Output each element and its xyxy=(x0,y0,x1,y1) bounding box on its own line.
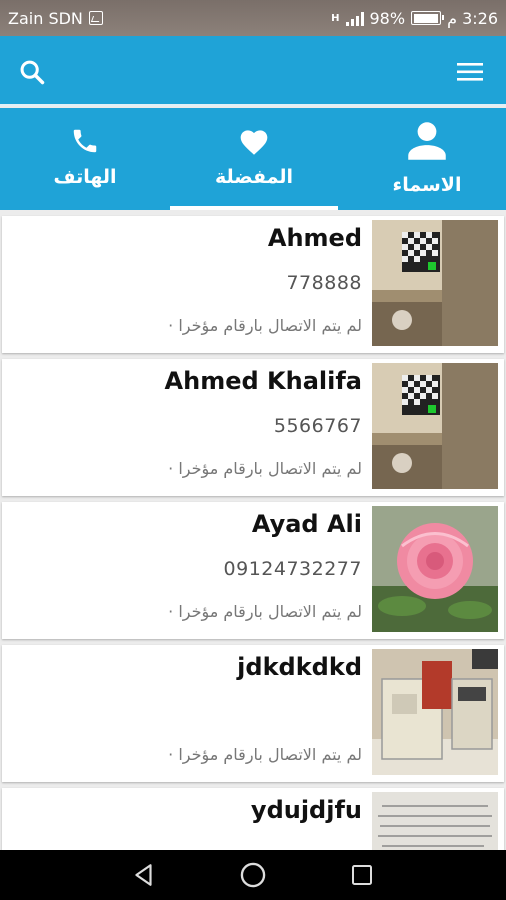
contact-call-status: لم يتم الاتصال بارقام مؤخرا · xyxy=(168,745,362,764)
search-icon[interactable] xyxy=(18,58,46,86)
contact-phone: 778888 xyxy=(286,272,362,294)
contact-name: Ahmed xyxy=(267,224,362,252)
tab-names[interactable]: الاسماء xyxy=(372,108,482,210)
contact-call-status: لم يتم الاتصال بارقام مؤخرا · xyxy=(168,459,362,478)
menu-icon[interactable] xyxy=(456,60,484,84)
heart-icon xyxy=(238,126,270,160)
contact-photo xyxy=(372,363,498,489)
tab-bar: الهاتف المفضلة الاسماء xyxy=(0,108,506,210)
status-bar-left: Zain SDN xyxy=(8,9,103,28)
contact-photo xyxy=(372,792,498,850)
tab-phone-label: الهاتف xyxy=(53,166,117,188)
recents-icon[interactable] xyxy=(347,860,377,890)
contact-call-status: لم يتم الاتصال بارقام مؤخرا · xyxy=(168,316,362,335)
person-icon xyxy=(402,116,452,170)
contact-name: jdkdkdkd xyxy=(237,653,362,681)
contact-card[interactable]: Ayad Ali 09124732277 لم يتم الاتصال بارق… xyxy=(2,502,504,639)
time-label: 3:26 م xyxy=(447,8,498,28)
home-icon[interactable] xyxy=(238,860,268,890)
contact-phone: 09124732277 xyxy=(223,558,362,580)
signal-icon xyxy=(345,10,364,26)
battery-percent-label: 98% xyxy=(369,8,406,28)
app-bar xyxy=(0,36,506,106)
contact-name: ydujdjfu xyxy=(250,796,362,824)
battery-icon xyxy=(411,11,445,25)
network-type-label: H xyxy=(331,12,340,24)
contact-photo xyxy=(372,506,498,632)
back-icon[interactable] xyxy=(129,860,159,890)
contact-name: Ahmed Khalifa xyxy=(164,367,362,395)
contact-card[interactable]: jdkdkdkd لم يتم الاتصال بارقام مؤخرا · xyxy=(2,645,504,782)
status-bar: Zain SDN H 98% 3:26 م xyxy=(0,0,506,36)
contact-card[interactable]: Ahmed Khalifa 5566767 لم يتم الاتصال بار… xyxy=(2,359,504,496)
contact-phone: 5566767 xyxy=(273,415,362,437)
contact-card[interactable]: Ahmed 778888 لم يتم الاتصال بارقام مؤخرا… xyxy=(2,216,504,353)
contact-call-status: لم يتم الاتصال بارقام مؤخرا · xyxy=(168,602,362,621)
contact-card[interactable]: ydujdjfu xyxy=(2,788,504,850)
system-navigation-bar xyxy=(0,850,506,900)
contact-list[interactable]: Ahmed 778888 لم يتم الاتصال بارقام مؤخرا… xyxy=(0,210,506,850)
tab-names-label: الاسماء xyxy=(392,174,462,196)
tab-favorites[interactable]: المفضلة xyxy=(170,108,338,210)
contact-photo xyxy=(372,649,498,775)
status-bar-right: H 98% 3:26 م xyxy=(331,9,498,28)
tab-favorites-label: المفضلة xyxy=(214,166,294,188)
tab-phone[interactable]: الهاتف xyxy=(40,108,130,210)
carrier-label: Zain SDN xyxy=(8,8,83,28)
image-notification-icon xyxy=(88,11,103,25)
phone-icon xyxy=(70,126,100,160)
contact-name: Ayad Ali xyxy=(251,510,362,538)
contact-photo xyxy=(372,220,498,346)
